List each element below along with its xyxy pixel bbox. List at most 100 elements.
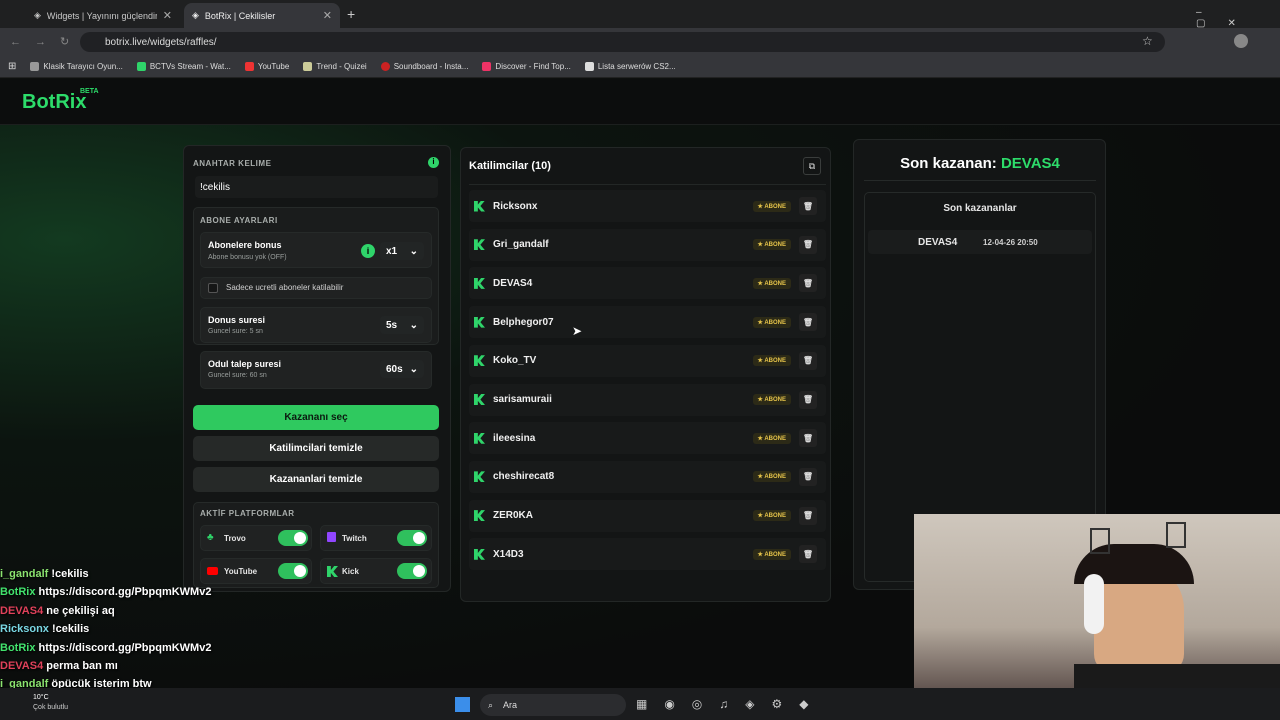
weather-temp[interactable]: 10°C — [33, 694, 49, 701]
bonus-time-select[interactable]: 5s ⌄ — [380, 316, 424, 334]
bookmark-star-icon[interactable]: ☆ — [1142, 34, 1153, 48]
taskbar-search[interactable]: ⌕ Ara — [480, 694, 626, 716]
participant-name: DEVAS4 — [493, 277, 533, 289]
copy-icon[interactable]: ⧉ — [803, 157, 821, 175]
participant-name: ZER0KA — [493, 510, 534, 522]
keyword-input[interactable] — [195, 176, 438, 198]
participant-row: Ricksonx ★ ABONE 🗑 — [469, 190, 826, 222]
platforms-label: AKTİF PLATFORMLAR — [200, 509, 295, 518]
platform-trovo-label: Trovo — [224, 534, 246, 543]
info-icon[interactable]: i — [428, 157, 439, 168]
participant-name: sarisamuraii — [493, 394, 552, 405]
twitch-toggle[interactable] — [397, 530, 427, 546]
bookmark-item[interactable]: Lista serwerów CS2... — [584, 62, 676, 71]
apps-icon[interactable]: ⊞ — [8, 61, 16, 72]
kick-icon — [474, 355, 485, 367]
kick-icon — [474, 510, 485, 522]
bookmark-item[interactable]: Soundboard - Insta... — [380, 62, 468, 71]
chevron-down-icon: ⌄ — [409, 245, 418, 257]
tab-favicon-icon: ◈ — [192, 10, 199, 20]
participant-row: sarisamuraii ★ ABONE 🗑 — [469, 383, 826, 416]
trovo-icon: ♣ — [207, 532, 214, 543]
kick-icon — [474, 239, 485, 251]
weather-text: Çok bulutlu — [33, 704, 69, 711]
kick-toggle[interactable] — [397, 563, 427, 579]
youtube-icon — [207, 567, 218, 575]
sub-bonus-select[interactable]: x1 ⌄ — [380, 242, 424, 260]
last-winner-name: DEVAS4 — [1000, 155, 1060, 172]
participant-row: Koko_TV ★ ABONE 🗑 — [469, 344, 826, 377]
twitch-icon — [327, 532, 336, 542]
wall-frame — [1166, 522, 1186, 548]
new-tab-icon[interactable]: + — [347, 6, 355, 22]
bonus-time-sub: Guncel sure: 5 sn — [208, 328, 263, 335]
bookmark-item[interactable]: Trend - Quizei — [303, 62, 367, 71]
claim-time-title: Odul talep suresi — [208, 359, 282, 369]
sub-badge: ★ ABONE — [752, 200, 791, 212]
search-icon: ⌕ — [488, 699, 494, 710]
last-winner-prefix: Son kazanan: — [900, 155, 997, 172]
divider — [864, 180, 1096, 181]
windows-start-icon[interactable] — [455, 697, 470, 712]
winner-row-date: 12-04-26 20:50 — [983, 238, 1038, 247]
nav-icons[interactable]: ←→↻ — [10, 35, 83, 48]
participant-row: ZER0KA ★ ABONE 🗑 — [469, 499, 826, 532]
trash-icon[interactable]: 🗑 — [799, 274, 817, 293]
bookmark-item[interactable]: YouTube — [244, 62, 289, 71]
bookmark-item[interactable]: BCTVs Stream - Wat... — [136, 62, 231, 71]
trash-icon[interactable]: 🗑 — [799, 467, 817, 486]
trash-icon[interactable]: 🗑 — [799, 235, 817, 254]
tab-widgets[interactable]: ◈ Widgets | Yayınını güçlendirmek ✕ — [26, 3, 180, 28]
participant-name: cheshirecat8 — [493, 471, 555, 483]
close-icon[interactable]: ✕ — [323, 9, 332, 22]
trash-icon[interactable]: 🗑 — [799, 545, 817, 564]
close-icon[interactable]: ✕ — [163, 9, 172, 22]
bookmark-item[interactable]: Klasik Tarayıcı Oyun... — [30, 62, 123, 71]
chat-user: DEVAS4 — [0, 604, 44, 617]
participant-row: cheshirecat8 ★ ABONE 🗑 — [469, 460, 826, 493]
trash-icon[interactable]: 🗑 — [799, 390, 817, 409]
chat-user: BotRix — [0, 641, 36, 654]
paid-only-checkbox[interactable] — [208, 283, 218, 293]
beta-badge: BETA — [80, 88, 99, 95]
trash-icon[interactable]: 🗑 — [799, 506, 817, 525]
participant-name: Belphegor07 — [493, 316, 554, 328]
info-icon[interactable]: i — [361, 244, 375, 258]
participant-name: Ricksonx — [493, 200, 538, 212]
platform-kick-label: Kick — [342, 567, 359, 576]
tab-botrix[interactable]: ◈ BotRix | Cekilisler ✕ — [184, 3, 340, 28]
tab-favicon-icon: ◈ — [34, 10, 41, 20]
profile-avatar[interactable] — [1234, 34, 1248, 48]
participant-name: Gri_gandalf — [493, 239, 549, 251]
participant-row: Belphegor07 ★ ABONE 🗑 — [469, 306, 826, 339]
sub-badge: ★ ABONE — [752, 239, 791, 251]
url-text: botrix.live/widgets/raffles/ — [105, 36, 217, 48]
divider — [469, 184, 826, 185]
trash-icon[interactable]: 🗑 — [799, 197, 817, 215]
trash-icon[interactable]: 🗑 — [799, 313, 817, 332]
wall-frame — [1090, 528, 1110, 554]
taskbar-apps[interactable]: ▦◉◎♫◈⚙◆ — [636, 697, 826, 711]
bookmark-item[interactable]: Discover - Find Top... — [482, 62, 571, 71]
trovo-toggle[interactable] — [278, 530, 308, 546]
participant-row: Gri_gandalf ★ ABONE 🗑 — [469, 228, 826, 261]
participant-name: ileeesina — [493, 432, 536, 444]
window-controls[interactable]: –▢✕ — [1196, 7, 1280, 29]
clear-winners-button[interactable]: Kazananlari temizle — [193, 467, 439, 492]
address-bar[interactable]: botrix.live/widgets/raffles/ — [80, 32, 1165, 52]
participant-name: X14D3 — [493, 548, 524, 560]
botrix-logo[interactable]: BotRix — [22, 91, 86, 114]
clear-participants-button[interactable]: Katilimcilari temizle — [193, 436, 439, 461]
chat-user: BotRix — [0, 586, 36, 599]
chat-text: perma ban mı — [46, 660, 118, 672]
trash-icon[interactable]: 🗑 — [799, 351, 817, 370]
participant-name: Koko_TV — [493, 355, 537, 367]
kick-icon — [474, 471, 485, 483]
sub-badge: ★ ABONE — [752, 510, 791, 522]
youtube-toggle[interactable] — [278, 563, 308, 579]
claim-time-select[interactable]: 60s ⌄ — [380, 360, 424, 378]
trash-icon[interactable]: 🗑 — [799, 429, 817, 448]
participants-title: Katilimcilar (10) — [469, 160, 551, 172]
kick-icon — [474, 200, 485, 212]
pick-winner-button[interactable]: Kazananı seç — [193, 405, 439, 430]
